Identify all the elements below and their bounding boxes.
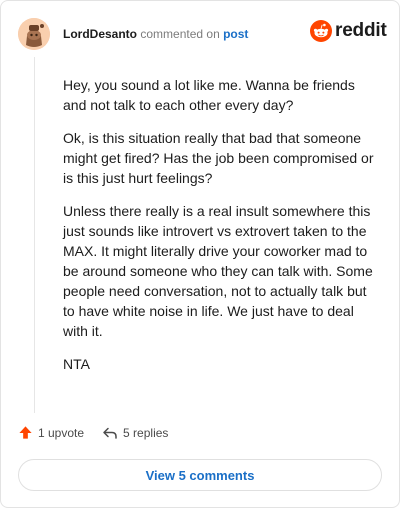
comment-body: Hey, you sound a lot like me. Wanna be f… [63,75,381,387]
action-text: commented on [140,27,220,41]
snoo-avatar-icon [18,18,50,50]
view-comments-label: View 5 comments [145,467,255,483]
replies-button[interactable]: 5 replies [102,426,168,440]
reddit-wordmark: reddit [335,20,387,41]
replies-count: 5 replies [123,425,169,440]
upvote-count: 1 upvote [38,425,85,440]
post-link[interactable]: post [223,27,248,41]
upvote-button[interactable]: 1 upvote [18,425,84,440]
comment-header: LordDesanto commented on post [63,27,248,41]
username[interactable]: LordDesanto [63,27,137,41]
view-comments-button[interactable]: View 5 comments [18,459,382,491]
comment-card: LordDesanto commented on post reddit Hey… [0,0,400,508]
upvote-arrow-icon [19,426,32,439]
user-avatar[interactable] [18,18,50,50]
comment-paragraph: Unless there really is a real insult som… [63,203,373,339]
reddit-logo-icon [310,20,332,42]
comment-paragraph: Ok, is this situation really that bad th… [63,130,374,186]
thread-line [34,57,35,413]
comment-actions: 1 upvote 5 replies [18,425,168,440]
reddit-brand[interactable]: reddit [310,20,387,42]
comment-paragraph: NTA [63,356,90,372]
reply-arrow-icon [103,427,117,439]
comment-paragraph: Hey, you sound a lot like me. Wanna be f… [63,77,355,113]
